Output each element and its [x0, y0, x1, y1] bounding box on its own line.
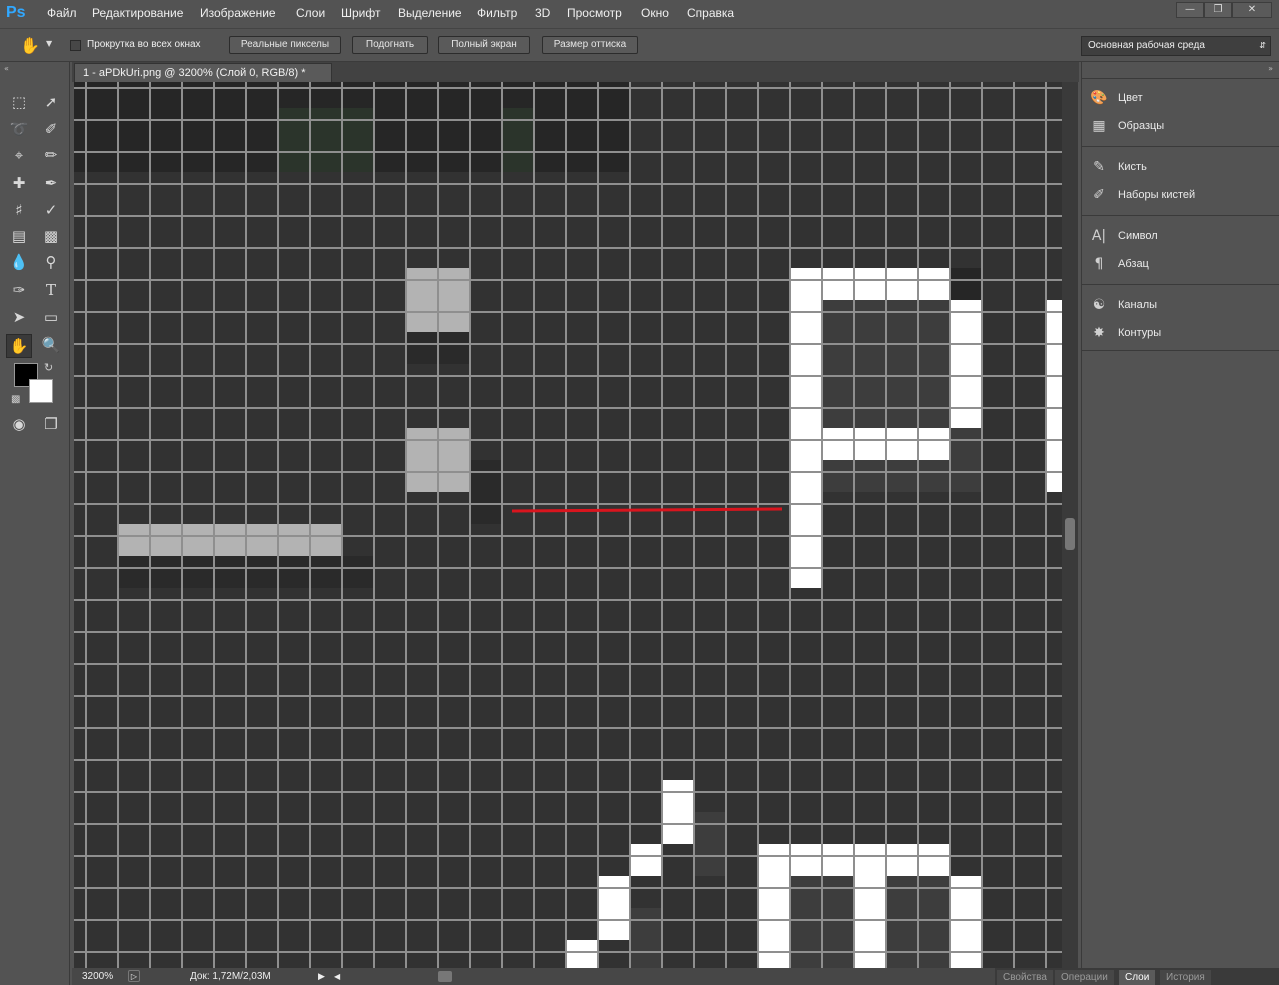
red-annotation-line — [511, 507, 783, 513]
quick-select-icon[interactable]: ✐ — [40, 118, 62, 140]
panel-paths[interactable]: Контуры — [1118, 327, 1161, 339]
scroll-all-windows-label: Прокрутка во всех окнах — [87, 39, 201, 50]
restore-button[interactable]: ❐ — [1204, 2, 1232, 18]
fit-screen-button[interactable]: Подогнать — [352, 36, 428, 54]
document-tab[interactable]: 1 - aPDkUri.png @ 3200% (Слой 0, RGB/8) … — [74, 63, 332, 82]
screen-mode-icon[interactable]: ❐ — [40, 413, 62, 435]
menu-image[interactable]: Изображение — [200, 6, 276, 20]
brush-icon[interactable]: ✎ — [1088, 158, 1110, 176]
print-size-button[interactable]: Размер оттиска — [542, 36, 638, 54]
panel-group-separator — [1082, 350, 1279, 356]
panel-group-separator — [1082, 146, 1279, 152]
menu-3d[interactable]: 3D — [535, 6, 550, 20]
eyedropper-icon[interactable]: ✏ — [40, 144, 62, 166]
status-bar: 3200% ▷ Док: 1,72M/2,03M ▶ ◀ — [72, 968, 1079, 985]
zoom-level[interactable]: 3200% — [82, 968, 113, 985]
close-button[interactable]: ✕ — [1232, 2, 1272, 18]
actual-pixels-button[interactable]: Реальные пикселы — [229, 36, 341, 54]
panel-group-separator — [1082, 284, 1279, 290]
swap-colors-icon[interactable]: ↻ — [44, 361, 53, 374]
tab-layers[interactable]: Слои — [1119, 970, 1156, 985]
tab-actions[interactable]: Операции — [1055, 970, 1114, 985]
gradient-icon[interactable]: ▩ — [40, 225, 62, 247]
eraser-icon[interactable]: ▤ — [8, 225, 30, 247]
default-colors-icon[interactable]: ▩ — [11, 394, 20, 405]
panel-character[interactable]: Символ — [1118, 230, 1158, 242]
bottom-panel-tabs: Свойства Операции Слои История — [995, 968, 1279, 985]
channels-icon[interactable]: ☯ — [1088, 296, 1110, 314]
blur-icon[interactable]: 💧 — [8, 251, 30, 273]
tab-properties[interactable]: Свойства — [997, 970, 1053, 985]
brush-icon[interactable]: ✒ — [40, 172, 62, 194]
history-brush-icon[interactable]: ✓ — [40, 199, 62, 221]
lasso-icon[interactable]: ➰ — [8, 118, 30, 140]
tab-history[interactable]: История — [1160, 970, 1211, 985]
swatches-icon[interactable]: ▦ — [1088, 117, 1110, 135]
chevron-updown-icon: ⇵ — [1259, 41, 1266, 50]
panel-group-separator — [1082, 215, 1279, 221]
horizontal-scroll-thumb[interactable] — [438, 971, 452, 982]
brush-presets-icon[interactable]: ✐ — [1088, 186, 1110, 204]
menu-filter[interactable]: Фильтр — [477, 6, 517, 20]
minimize-button[interactable]: — — [1176, 2, 1204, 18]
dodge-icon[interactable]: ⚲ — [40, 251, 62, 273]
panel-group-separator — [1082, 78, 1279, 84]
panel-swatches[interactable]: Образцы — [1118, 120, 1164, 132]
palette-icon[interactable]: 🎨 — [1088, 89, 1110, 107]
vertical-scroll-thumb[interactable] — [1065, 518, 1075, 550]
menu-select[interactable]: Выделение — [398, 6, 462, 20]
workspace-select[interactable]: Основная рабочая среда ⇵ — [1081, 36, 1271, 56]
annotation-layer — [511, 507, 783, 513]
clone-stamp-icon[interactable]: ♯ — [8, 199, 30, 221]
paragraph-icon[interactable]: ¶ — [1088, 255, 1110, 273]
zoom-tool-icon[interactable]: 🔍 — [40, 334, 62, 356]
pen-icon[interactable]: ✑ — [8, 279, 30, 301]
status-info-icon[interactable]: ▷ — [128, 970, 140, 982]
menu-view[interactable]: Просмотр — [567, 6, 622, 20]
panel-brush-presets[interactable]: Наборы кистей — [1118, 189, 1195, 201]
workspace-select-value: Основная рабочая среда — [1088, 40, 1205, 51]
scroll-all-windows-checkbox[interactable] — [70, 40, 81, 51]
move-tool-icon[interactable]: ➚ — [40, 91, 62, 113]
status-menu-arrow-icon[interactable]: ▶ — [318, 968, 325, 985]
healing-brush-icon[interactable]: ✚ — [8, 172, 30, 194]
menu-layers[interactable]: Слои — [296, 6, 325, 20]
quick-mask-icon[interactable]: ◉ — [8, 413, 30, 435]
panel-dock: » 🎨 Цвет ▦ Образцы ✎ Кисть ✐ Наборы кист… — [1081, 62, 1279, 985]
type-tool-icon[interactable]: T — [40, 279, 62, 301]
doc-size: Док: 1,72M/2,03M — [190, 971, 271, 982]
menu-edit[interactable]: Редактирование — [92, 6, 183, 20]
preset-dropdown-icon[interactable]: ▼ — [46, 39, 52, 48]
rectangle-shape-icon[interactable]: ▭ — [40, 306, 62, 328]
panel-channels[interactable]: Каналы — [1118, 299, 1157, 311]
background-color-swatch[interactable] — [29, 379, 53, 403]
expand-panels-icon[interactable]: » — [1268, 64, 1273, 73]
rect-marquee-icon[interactable]: ⬚ — [8, 91, 30, 113]
panel-color[interactable]: Цвет — [1118, 92, 1143, 104]
hand-tool-preset-icon[interactable]: ✋ — [20, 36, 42, 56]
app-logo: Ps — [6, 4, 26, 21]
paths-icon[interactable]: ✸ — [1088, 324, 1110, 342]
collapse-toolbar-icon[interactable]: « — [4, 64, 9, 73]
menu-file[interactable]: Файл — [47, 6, 77, 20]
crop-icon[interactable]: ⌖ — [8, 144, 30, 166]
options-bar: ✋ ▼ Прокрутка во всех окнах Реальные пик… — [0, 28, 1279, 62]
menu-type[interactable]: Шрифт — [341, 6, 380, 20]
hand-tool-icon[interactable]: ✋ — [6, 334, 32, 358]
canvas[interactable] — [74, 82, 1062, 968]
hscroll-left-icon[interactable]: ◀ — [334, 968, 340, 985]
menu-help[interactable]: Справка — [687, 6, 734, 20]
menu-window[interactable]: Окно — [641, 6, 669, 20]
fill-screen-button[interactable]: Полный экран — [438, 36, 530, 54]
character-icon[interactable]: A| — [1088, 227, 1110, 245]
menu-bar: Ps Файл Редактирование Изображение Слои … — [0, 0, 1279, 28]
panel-brush[interactable]: Кисть — [1118, 161, 1147, 173]
tools-panel: « ⬚ ➚ ➰ ✐ ⌖ ✏ ✚ ✒ ♯ ✓ ▤ ▩ 💧 ⚲ ✑ T ➤ ▭ ✋ … — [0, 62, 70, 985]
path-select-icon[interactable]: ➤ — [8, 306, 30, 328]
panel-paragraph[interactable]: Абзац — [1118, 258, 1149, 270]
